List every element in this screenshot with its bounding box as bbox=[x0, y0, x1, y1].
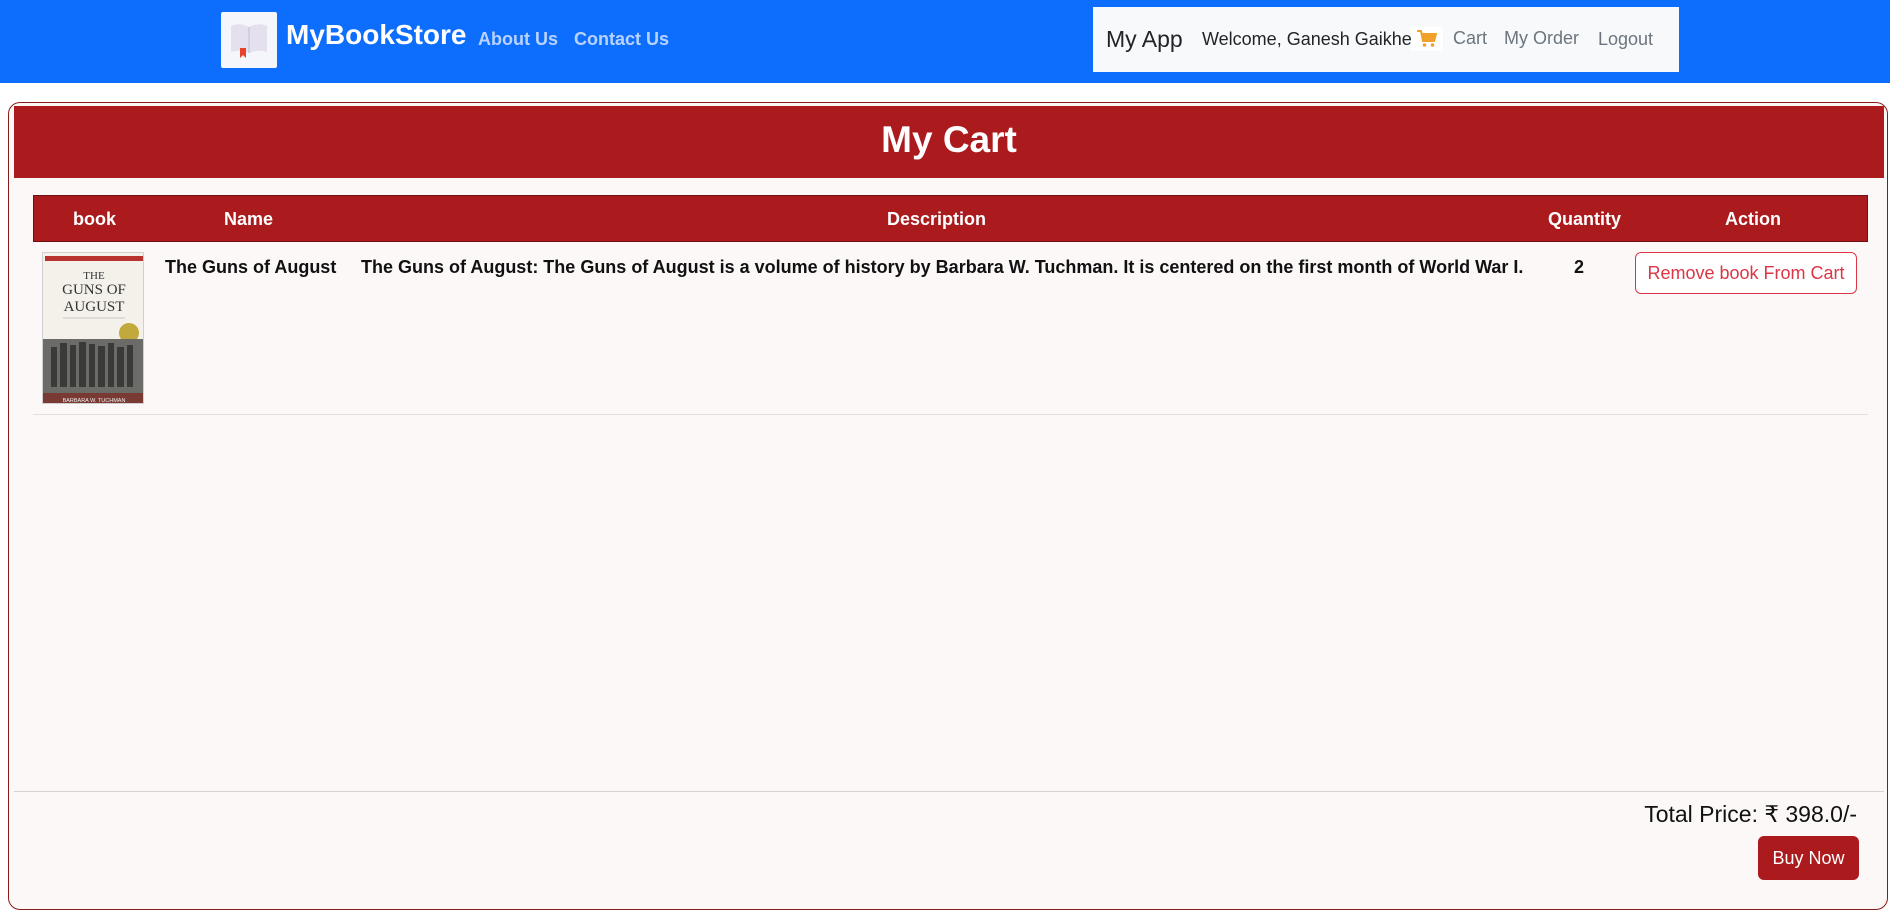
column-action: Action bbox=[1725, 209, 1781, 229]
cover-author: BARBARA W. TUCHMAN bbox=[63, 398, 126, 404]
cover-title-line1: THE bbox=[83, 270, 105, 282]
column-name: Name bbox=[224, 209, 274, 229]
cart-icon[interactable] bbox=[1411, 27, 1443, 51]
total-price: Total Price: ₹ 398.0/- bbox=[1644, 801, 1857, 827]
book-cover-image: THE GUNS OF AUGUST BARBARA W. TUCHMAN bbox=[42, 252, 144, 404]
welcome-text: Welcome, Ganesh Gaikhe bbox=[1202, 29, 1412, 49]
cover-title-line3: AUGUST bbox=[64, 299, 125, 315]
table-row: THE GUNS OF AUGUST BARBARA W. TUCHMAN Th… bbox=[33, 242, 1868, 415]
buy-now-button[interactable]: Buy Now bbox=[1758, 836, 1859, 880]
book-logo-icon[interactable] bbox=[221, 12, 277, 68]
logout-link[interactable]: Logout bbox=[1598, 29, 1653, 50]
cart-card: My Cart book Name Description Quantity A… bbox=[8, 102, 1888, 910]
cart-link[interactable]: Cart bbox=[1453, 28, 1487, 49]
my-order-link[interactable]: My Order bbox=[1504, 28, 1579, 49]
column-description: Description bbox=[887, 209, 987, 229]
nav-contact-us[interactable]: Contact Us bbox=[574, 29, 669, 50]
book-quantity: 2 bbox=[1574, 257, 1585, 277]
column-book: book bbox=[73, 209, 116, 229]
remove-from-cart-button[interactable]: Remove book From Cart bbox=[1635, 252, 1857, 294]
footer-divider bbox=[14, 791, 1884, 792]
brand-name[interactable]: MyBookStore bbox=[286, 19, 466, 51]
column-quantity: Quantity bbox=[1548, 209, 1622, 229]
cart-header: My Cart bbox=[14, 106, 1884, 178]
nav-about-us[interactable]: About Us bbox=[478, 29, 558, 50]
app-name[interactable]: My App bbox=[1106, 26, 1183, 53]
book-description: The Guns of August: The Guns of August i… bbox=[361, 257, 1524, 277]
book-name: The Guns of August bbox=[165, 257, 337, 277]
user-panel: My App Welcome, Ganesh Gaikhe Cart My Or… bbox=[1093, 7, 1679, 72]
cover-title-line2: GUNS OF bbox=[62, 282, 126, 298]
table-header: book Name Description Quantity Action bbox=[33, 195, 1868, 242]
navbar: MyBookStore About Us Contact Us My App W… bbox=[0, 0, 1890, 83]
page-title: My Cart bbox=[881, 119, 1017, 160]
